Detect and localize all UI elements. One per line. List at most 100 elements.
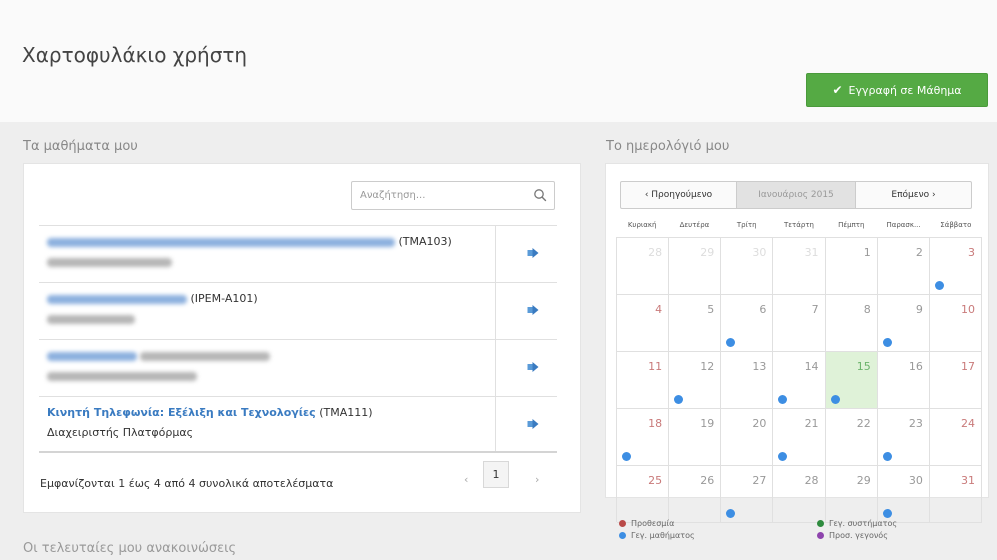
legend-dot-icon: [619, 520, 626, 527]
calendar-day-cell[interactable]: 18: [617, 409, 670, 466]
calendar-day-number: 7: [811, 303, 819, 316]
pager-prev-button[interactable]: ‹: [464, 473, 468, 486]
event-dot-icon[interactable]: [622, 452, 631, 461]
pager-page-button[interactable]: 1: [483, 461, 509, 488]
page-header: Χαρτοφυλάκιο χρήστη ✔ Εγγραφή σε Μάθημα: [0, 0, 997, 122]
course-name-link[interactable]: Κινητή Τηλεφωνία: Εξέλιξη και Τεχνολογίε…: [47, 406, 316, 419]
enter-course-icon[interactable]: [527, 304, 539, 316]
calendar-day-cell[interactable]: 28: [617, 238, 670, 295]
calendar-day-number: 11: [648, 360, 663, 373]
page-title: Χαρτοφυλάκιο χρήστη: [22, 43, 248, 67]
calendar-day-number: 30: [752, 246, 767, 259]
calendar-day-cell[interactable]: 8: [825, 295, 878, 352]
calendar-day-cell[interactable]: 19: [669, 409, 722, 466]
event-dot-icon[interactable]: [882, 452, 892, 461]
calendar-day-cell[interactable]: 30: [721, 238, 774, 295]
course-search: [351, 181, 555, 210]
calendar-next-button[interactable]: Επόμενο ›: [855, 181, 972, 209]
calendar-day-cell[interactable]: 10: [929, 295, 982, 352]
calendar-legend: Προθεσμία Γεγ. συστήματος Γεγ. μαθήματος…: [605, 514, 989, 554]
calendar-grid: 28 29 30 31 1 2 3 4 5 6 7 8 9 10 11 12 13 14 15 16 17 18 19 20 2…: [616, 237, 982, 523]
calendar-day-number: 5: [707, 303, 715, 316]
course-role: Διαχειριστής Πλατφόρμας: [47, 426, 194, 439]
checkmark-icon: ✔: [832, 83, 843, 97]
calendar-day-cell[interactable]: 24: [929, 409, 982, 466]
event-dot-icon[interactable]: [674, 395, 684, 404]
calendar-day-number: 21: [804, 417, 819, 430]
calendar-day-cell[interactable]: 12: [669, 352, 722, 409]
search-input[interactable]: [352, 182, 528, 209]
calendar-day-cell[interactable]: 11: [617, 352, 670, 409]
event-dot-icon[interactable]: [778, 452, 788, 461]
calendar-panel: ‹ Προηγούμενο Ιανουάριος 2015 Επόμενο › …: [605, 163, 989, 523]
blurred-course-name[interactable]: [47, 237, 395, 247]
calendar-day-number: 31: [960, 474, 975, 487]
legend-item-deadline: Προθεσμία: [619, 519, 674, 528]
calendar-day-number: 17: [960, 360, 975, 373]
search-icon[interactable]: [533, 188, 547, 202]
pager-next-button[interactable]: ›: [535, 473, 539, 486]
event-dot-icon[interactable]: [830, 395, 840, 404]
legend-dot-icon: [817, 520, 824, 527]
calendar-day-number: 30: [908, 474, 923, 487]
calendar-day-number: 16: [908, 360, 923, 373]
register-course-label: Εγγραφή σε Μάθημα: [848, 83, 962, 97]
enter-course-icon[interactable]: [527, 247, 539, 259]
weekday-label: Τετάρτη: [783, 221, 814, 229]
blurred-course-name[interactable]: [47, 351, 137, 361]
calendar-day-cell[interactable]: 5: [669, 295, 722, 352]
calendar-day-cell[interactable]: 22: [825, 409, 878, 466]
calendar-prev-button[interactable]: ‹ Προηγούμενο: [620, 181, 737, 209]
table-row: [39, 339, 557, 396]
calendar-day-number: 23: [908, 417, 923, 430]
calendar-day-cell[interactable]: 7: [773, 295, 826, 352]
weekday-label: Σάββατο: [940, 221, 972, 229]
calendar-weekdays: Κυριακή Δευτέρα Τρίτη Τετάρτη Πέμπτη Παρ…: [616, 221, 982, 237]
calendar-day-cell[interactable]: 13: [721, 352, 774, 409]
calendar-day-cell[interactable]: 14: [773, 352, 826, 409]
calendar-day-cell[interactable]: 9: [877, 295, 930, 352]
announcements-heading: Οι τελευταίες μου ανακοινώσεις: [23, 541, 237, 556]
table-row: (IPEM-A101): [39, 282, 557, 339]
calendar-day-cell[interactable]: 4: [617, 295, 670, 352]
calendar-day-cell[interactable]: 31: [773, 238, 826, 295]
calendar-day-number: 13: [752, 360, 767, 373]
calendar-day-number: 22: [856, 417, 871, 430]
calendar-day-number: 31: [804, 246, 819, 259]
blurred-course-name[interactable]: [47, 294, 187, 304]
calendar-month-label: Ιανουάριος 2015: [737, 181, 855, 209]
calendar-day-cell[interactable]: 17: [929, 352, 982, 409]
calendar-day-number: 19: [700, 417, 715, 430]
weekday-label: Παρασκ...: [886, 221, 921, 229]
event-dot-icon[interactable]: [726, 338, 736, 347]
event-dot-icon[interactable]: [882, 338, 892, 347]
calendar-day-cell[interactable]: 1: [825, 238, 878, 295]
enter-course-icon[interactable]: [527, 418, 539, 430]
calendar-day-cell[interactable]: 15: [825, 352, 878, 409]
results-info: Εμφανίζονται 1 έως 4 από 4 συνολικά αποτ…: [40, 477, 334, 490]
calendar-day-number: 9: [915, 303, 923, 316]
course-table: (TMA103) (IPEM-A101) Κινητή Τηλεφωνία: Ε…: [39, 225, 557, 453]
calendar-day-cell[interactable]: 3: [929, 238, 982, 295]
calendar-day-number: 25: [648, 474, 663, 487]
legend-item-course: Γεγ. μαθήματος: [619, 531, 695, 540]
calendar-day-number: 12: [700, 360, 715, 373]
calendar-day-cell[interactable]: 6: [721, 295, 774, 352]
register-course-button[interactable]: ✔ Εγγραφή σε Μάθημα: [806, 73, 988, 107]
weekday-label: Κυριακή: [627, 221, 657, 229]
calendar-day-cell[interactable]: 16: [877, 352, 930, 409]
calendar-day-cell[interactable]: 20: [721, 409, 774, 466]
calendar-day-cell[interactable]: 21: [773, 409, 826, 466]
calendar-day-number: 3: [967, 246, 975, 259]
enter-course-icon[interactable]: [527, 361, 539, 373]
weekday-label: Πέμπτη: [838, 221, 865, 229]
calendar-day-number: 8: [863, 303, 871, 316]
calendar-day-number: 29: [856, 474, 871, 487]
calendar-day-cell[interactable]: 23: [877, 409, 930, 466]
event-dot-icon[interactable]: [934, 281, 944, 290]
calendar-day-cell[interactable]: 29: [669, 238, 722, 295]
calendar-day-number: 6: [759, 303, 767, 316]
calendar-day-number: 20: [752, 417, 767, 430]
event-dot-icon[interactable]: [778, 395, 788, 404]
calendar-day-cell[interactable]: 2: [877, 238, 930, 295]
